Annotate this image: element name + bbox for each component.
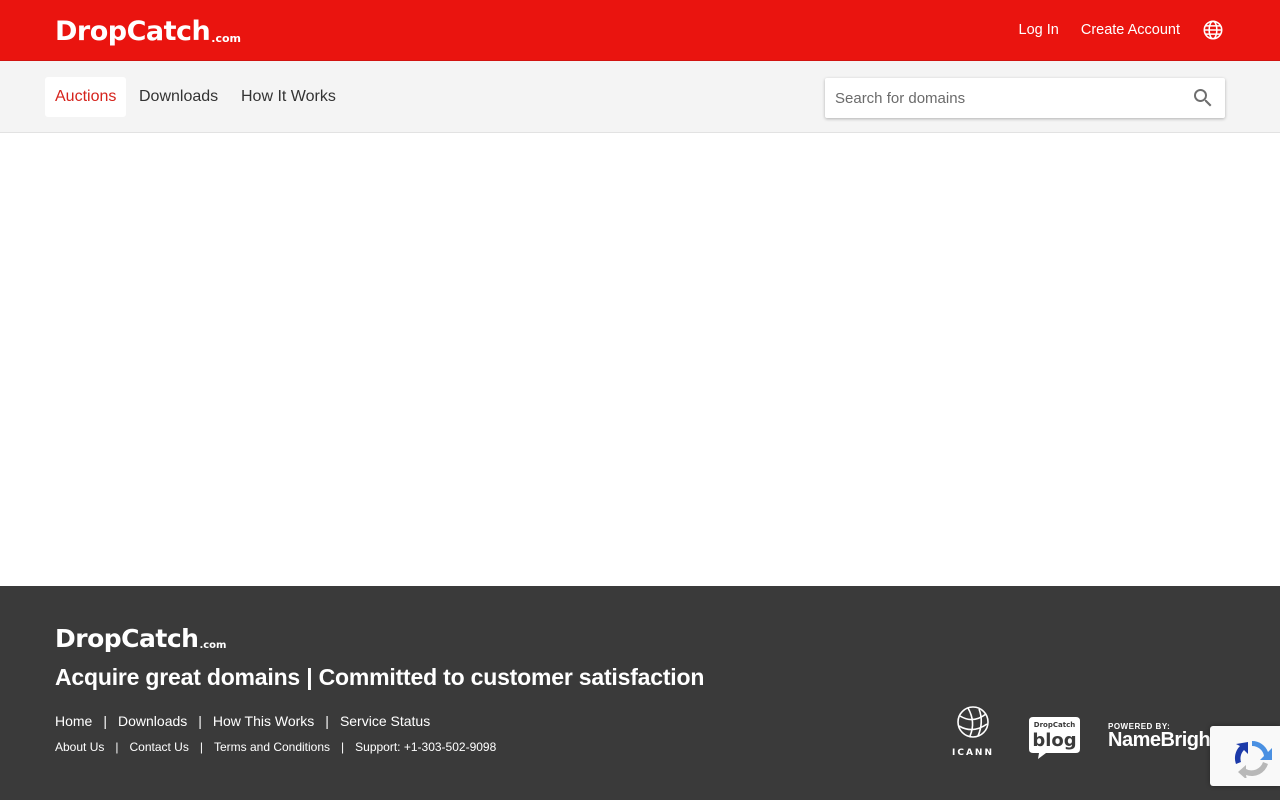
dropcatch-logo[interactable]: DropCatch .com (55, 10, 241, 50)
domain-search-box (825, 78, 1225, 118)
footer-secondary-links: About Us | Contact Us | Terms and Condit… (55, 740, 496, 754)
tab-downloads[interactable]: Downloads (129, 77, 228, 117)
top-header: DropCatch .com Log In Create Account (0, 0, 1280, 61)
logo-suffix: .com (211, 32, 241, 45)
footer-link-downloads[interactable]: Downloads (118, 713, 187, 729)
footer-primary-links: Home | Downloads | How This Works | Serv… (55, 713, 430, 729)
dropcatch-blog-logo[interactable]: DropCatch blog (1028, 716, 1081, 760)
search-input[interactable] (825, 78, 1175, 118)
logo-word: DropCatch (55, 16, 211, 47)
tab-auctions[interactable]: Auctions (45, 77, 127, 117)
namebright-name: NameBright.c (1108, 729, 1233, 751)
globe-icon[interactable] (1202, 19, 1224, 41)
main-content (0, 133, 1280, 586)
icann-logo[interactable]: ICANN (946, 704, 1000, 758)
recaptcha-badge[interactable] (1210, 726, 1280, 786)
namebright-logo[interactable]: POWERED BY: NameBright.c (1108, 722, 1233, 754)
login-link[interactable]: Log In (1019, 22, 1059, 38)
blog-badge-brand: DropCatch (1034, 721, 1075, 729)
separator: | (341, 740, 345, 754)
separator: | (199, 740, 203, 754)
footer-logo[interactable]: DropCatch .com (55, 622, 226, 656)
create-account-link[interactable]: Create Account (1081, 22, 1180, 38)
search-icon[interactable] (1191, 86, 1215, 110)
footer-logo-suffix: .com (199, 640, 227, 651)
footer: DropCatch .com Acquire great domains | C… (0, 586, 1280, 800)
separator: | (325, 713, 329, 729)
footer-tagline: Acquire great domains | Committed to cus… (55, 664, 705, 690)
icann-label: ICANN (952, 748, 994, 758)
footer-logo-word: DropCatch (55, 624, 199, 653)
footer-link-support-phone[interactable]: Support: +1-303-502-9098 (355, 740, 496, 754)
footer-link-home[interactable]: Home (55, 713, 92, 729)
footer-link-service-status[interactable]: Service Status (340, 713, 430, 729)
tab-how-it-works[interactable]: How It Works (231, 77, 346, 117)
account-links: Log In Create Account (997, 17, 1224, 43)
sub-navigation: Auctions Downloads How It Works (0, 61, 1280, 133)
footer-link-terms[interactable]: Terms and Conditions (214, 740, 330, 754)
footer-link-about-us[interactable]: About Us (55, 740, 104, 754)
separator: | (198, 713, 202, 729)
recaptcha-icon (1234, 740, 1272, 778)
separator: | (103, 713, 107, 729)
footer-link-how-this-works[interactable]: How This Works (213, 713, 314, 729)
blog-badge-word: blog (1032, 730, 1076, 751)
separator: | (115, 740, 119, 754)
footer-link-contact-us[interactable]: Contact Us (129, 740, 188, 754)
